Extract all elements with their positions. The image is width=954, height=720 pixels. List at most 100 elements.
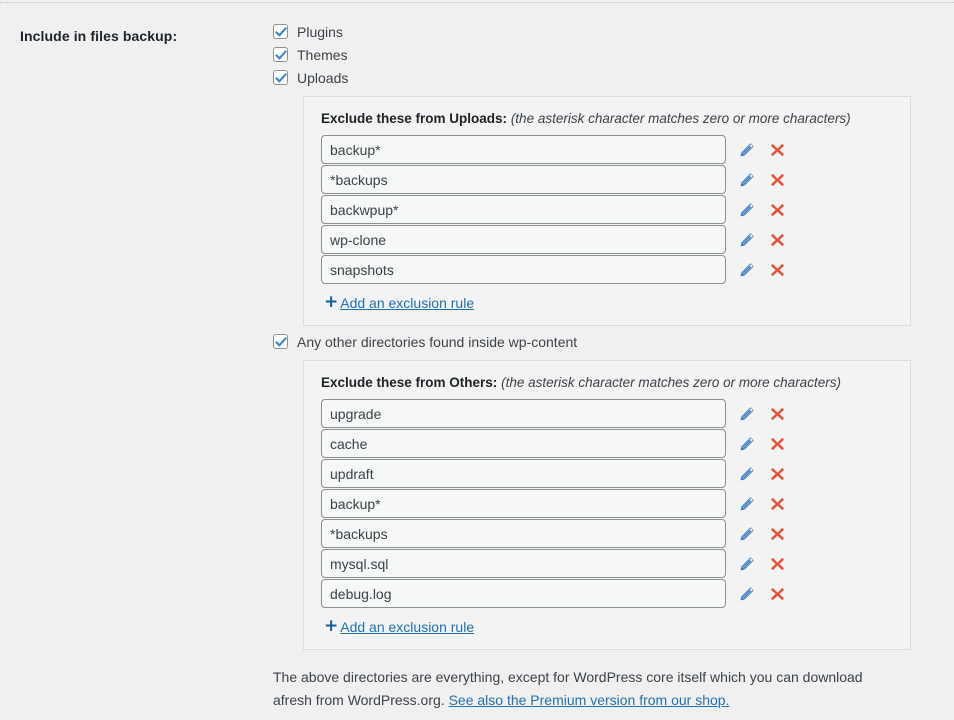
pencil-icon	[739, 406, 755, 422]
edit-rule-button[interactable]	[726, 556, 755, 572]
pencil-icon	[739, 142, 755, 158]
others-exclusions-panel: Exclude these from Others: (the asterisk…	[303, 360, 911, 650]
delete-rule-button[interactable]	[755, 466, 785, 481]
edit-rule-button[interactable]	[726, 172, 755, 188]
add-exclusion-rule-uploads[interactable]: + Add an exclusion rule	[324, 294, 894, 311]
edit-rule-button[interactable]	[726, 586, 755, 602]
delete-rule-button[interactable]	[755, 406, 785, 421]
delete-x-icon	[770, 142, 785, 157]
others-exclusion-input[interactable]	[321, 579, 726, 608]
checkbox-row-plugins[interactable]: Plugins	[265, 20, 945, 43]
exclusion-rule-row	[321, 225, 894, 254]
others-exclusion-input[interactable]	[321, 519, 726, 548]
exclusion-rule-row	[321, 459, 894, 488]
delete-rule-button[interactable]	[755, 526, 785, 541]
edit-rule-button[interactable]	[726, 142, 755, 158]
edit-rule-button[interactable]	[726, 466, 755, 482]
exclusion-rule-row	[321, 255, 894, 284]
pencil-icon	[739, 436, 755, 452]
uploads-exclusion-input[interactable]	[321, 135, 726, 164]
uploads-exclusion-input[interactable]	[321, 165, 726, 194]
checkbox-row-themes[interactable]: Themes	[265, 43, 945, 66]
checkbox-label-uploads: Uploads	[297, 71, 348, 85]
delete-rule-button[interactable]	[755, 586, 785, 601]
add-exclusion-rule-link[interactable]: Add an exclusion rule	[340, 619, 474, 635]
add-exclusion-rule-others[interactable]: + Add an exclusion rule	[324, 618, 894, 635]
checkbox-uploads[interactable]	[273, 70, 288, 85]
uploads-exclusion-input[interactable]	[321, 195, 726, 224]
edit-rule-button[interactable]	[726, 526, 755, 542]
pencil-icon	[739, 496, 755, 512]
exclusion-rule-row	[321, 519, 894, 548]
edit-rule-button[interactable]	[726, 496, 755, 512]
delete-rule-button[interactable]	[755, 142, 785, 157]
delete-x-icon	[770, 466, 785, 481]
delete-x-icon	[770, 436, 785, 451]
delete-x-icon	[770, 496, 785, 511]
footer-note: The above directories are everything, ex…	[273, 666, 898, 712]
add-exclusion-rule-link[interactable]: Add an exclusion rule	[340, 295, 474, 311]
pencil-icon	[739, 556, 755, 572]
others-exclusion-input[interactable]	[321, 549, 726, 578]
delete-x-icon	[770, 172, 785, 187]
edit-rule-button[interactable]	[726, 436, 755, 452]
edit-rule-button[interactable]	[726, 406, 755, 422]
plus-icon: +	[324, 618, 338, 635]
uploads-exclusions-title-text: Exclude these from Uploads:	[321, 111, 507, 126]
pencil-icon	[739, 262, 755, 278]
pencil-icon	[739, 586, 755, 602]
delete-rule-button[interactable]	[755, 262, 785, 277]
pencil-icon	[739, 526, 755, 542]
pencil-icon	[739, 172, 755, 188]
uploads-exclusions-panel: Exclude these from Uploads: (the asteris…	[303, 96, 911, 326]
checkbox-label-other-directories: Any other directories found inside wp-co…	[297, 335, 577, 349]
checkbox-row-uploads[interactable]: Uploads	[265, 66, 945, 89]
files-backup-settings-page: Include in files backup: Plugins Themes …	[0, 0, 954, 720]
delete-rule-button[interactable]	[755, 496, 785, 511]
settings-content: Plugins Themes Uploads Exclude these fro…	[265, 20, 945, 712]
checkbox-row-other-directories[interactable]: Any other directories found inside wp-co…	[265, 330, 945, 353]
delete-rule-button[interactable]	[755, 202, 785, 217]
exclusion-rule-row	[321, 399, 894, 428]
delete-x-icon	[770, 232, 785, 247]
delete-x-icon	[770, 202, 785, 217]
checkbox-other-directories[interactable]	[273, 334, 288, 349]
plus-icon: +	[324, 294, 338, 311]
delete-rule-button[interactable]	[755, 172, 785, 187]
edit-rule-button[interactable]	[726, 202, 755, 218]
delete-x-icon	[770, 406, 785, 421]
delete-rule-button[interactable]	[755, 232, 785, 247]
delete-x-icon	[770, 262, 785, 277]
others-exclusions-hint: (the asterisk character matches zero or …	[501, 375, 841, 390]
exclusion-rule-row	[321, 195, 894, 224]
delete-x-icon	[770, 586, 785, 601]
others-exclusion-input[interactable]	[321, 459, 726, 488]
others-exclusion-input[interactable]	[321, 429, 726, 458]
exclusion-rule-row	[321, 165, 894, 194]
section-divider	[0, 2, 954, 3]
pencil-icon	[739, 202, 755, 218]
uploads-exclusion-input[interactable]	[321, 255, 726, 284]
others-exclusions-title-text: Exclude these from Others:	[321, 375, 497, 390]
checkbox-plugins[interactable]	[273, 24, 288, 39]
premium-version-link[interactable]: See also the Premium version from our sh…	[449, 692, 730, 708]
uploads-exclusions-title: Exclude these from Uploads: (the asteris…	[321, 111, 894, 126]
edit-rule-button[interactable]	[726, 232, 755, 248]
uploads-exclusion-input[interactable]	[321, 225, 726, 254]
edit-rule-button[interactable]	[726, 262, 755, 278]
delete-x-icon	[770, 556, 785, 571]
checkbox-themes[interactable]	[273, 47, 288, 62]
others-exclusion-input[interactable]	[321, 399, 726, 428]
page-title: Include in files backup:	[20, 28, 177, 44]
others-exclusion-input[interactable]	[321, 489, 726, 518]
others-exclusions-title: Exclude these from Others: (the asterisk…	[321, 375, 894, 390]
exclusion-rule-row	[321, 489, 894, 518]
delete-rule-button[interactable]	[755, 556, 785, 571]
checkbox-label-plugins: Plugins	[297, 25, 343, 39]
delete-x-icon	[770, 526, 785, 541]
delete-rule-button[interactable]	[755, 436, 785, 451]
exclusion-rule-row	[321, 135, 894, 164]
pencil-icon	[739, 466, 755, 482]
uploads-exclusions-hint: (the asterisk character matches zero or …	[511, 111, 851, 126]
checkbox-label-themes: Themes	[297, 48, 348, 62]
